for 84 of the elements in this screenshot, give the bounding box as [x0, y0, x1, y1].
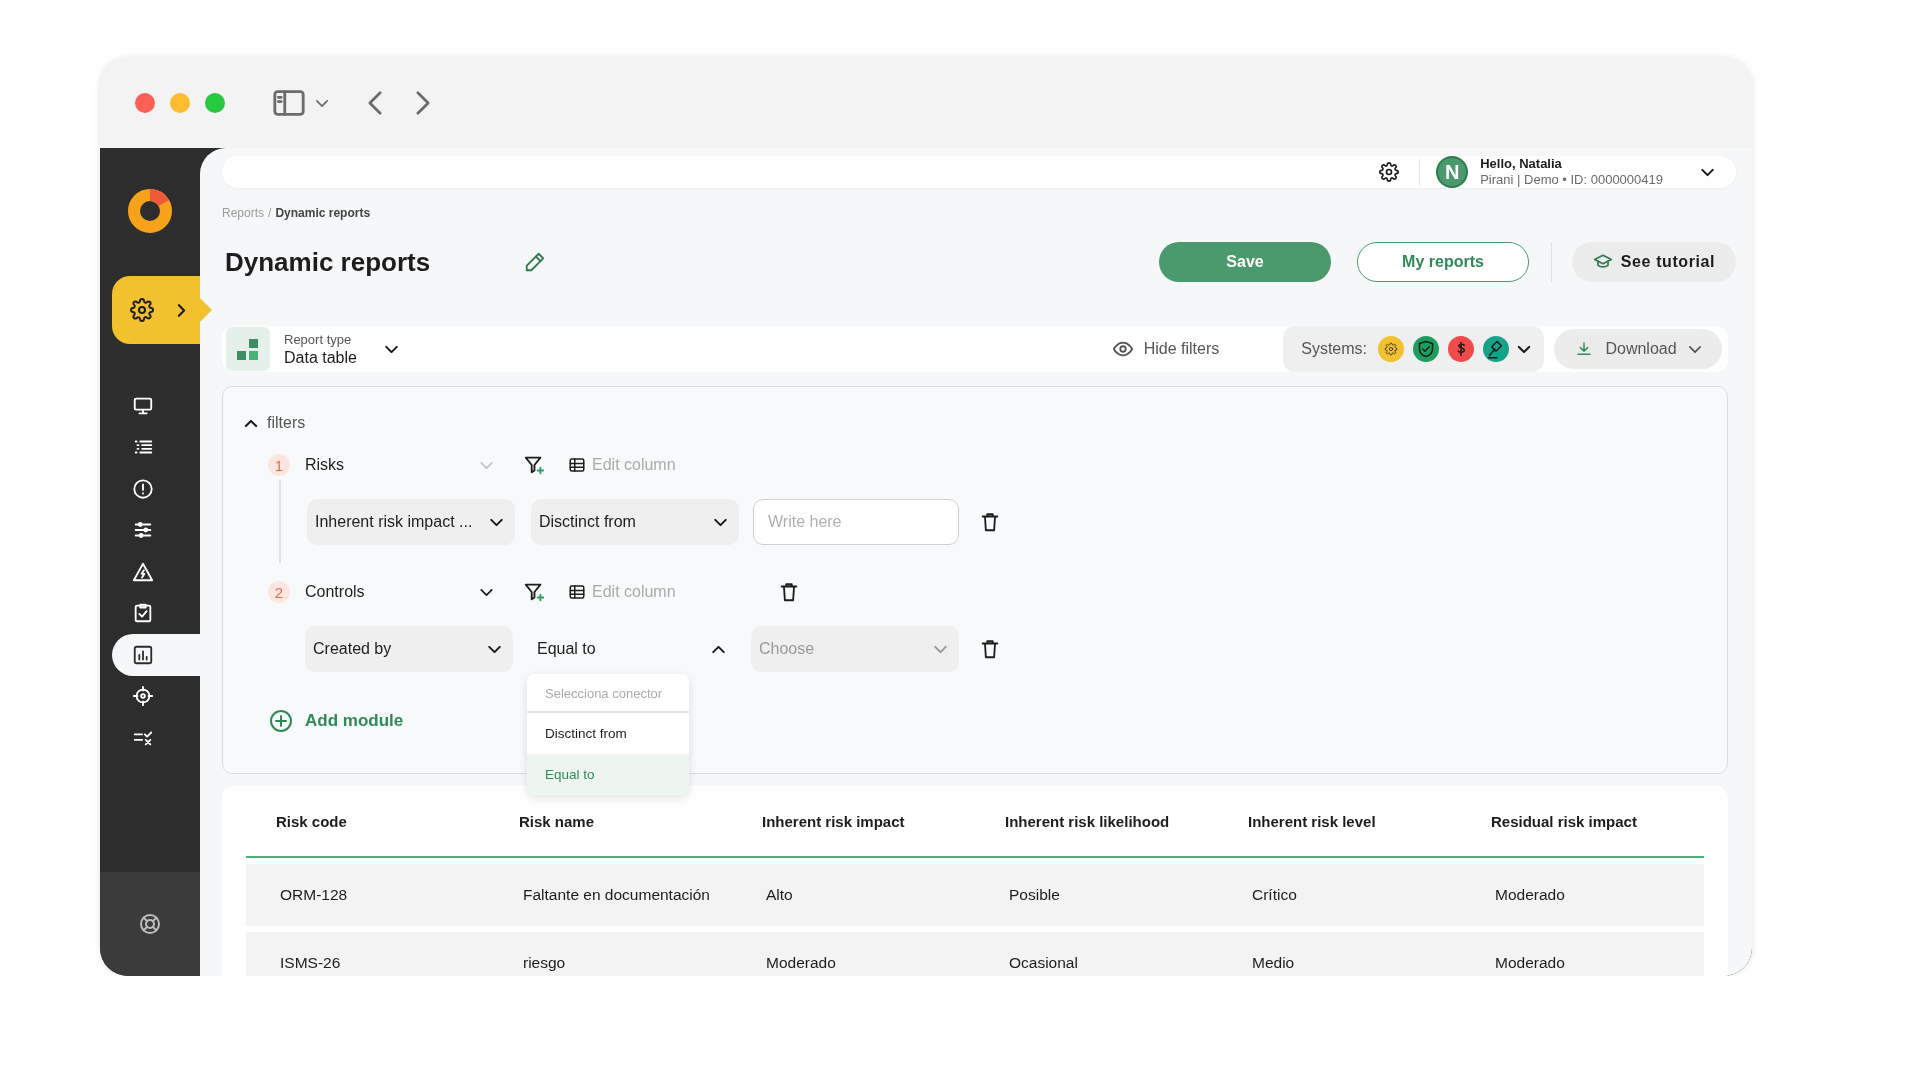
- download-icon: [1575, 340, 1594, 358]
- add-module-button[interactable]: Add module: [269, 709, 404, 733]
- menu-option[interactable]: Equal to: [527, 754, 689, 795]
- table-cell-text: ORM-128: [279, 886, 349, 904]
- step-number: 1: [268, 454, 290, 476]
- tutorial-button[interactable]: See tutorial: [1572, 242, 1736, 282]
- shield-badge-icon: [1413, 336, 1439, 362]
- back-icon[interactable]: [368, 91, 382, 115]
- table-cell-text: Faltante en documentación: [522, 886, 711, 904]
- systems-selector[interactable]: Systems:: [1283, 326, 1544, 372]
- forward-icon[interactable]: [416, 91, 430, 115]
- column-header: Inherent risk impact: [761, 812, 906, 830]
- table-cell-text: Posible: [1008, 886, 1061, 904]
- table-cell-text: Moderado: [1494, 954, 1566, 972]
- breadcrumb-item: Dynamic reports: [275, 206, 371, 220]
- chevron-up-icon: [712, 645, 725, 653]
- dollar-badge-icon: [1448, 336, 1474, 362]
- bar-chart-icon: [132, 643, 154, 666]
- table-cell-text: Moderado: [765, 954, 837, 972]
- trash-icon[interactable]: [979, 638, 1001, 660]
- avatar: N: [1436, 156, 1469, 188]
- breadcrumb-separator: /: [268, 206, 272, 220]
- step-number: 2: [268, 581, 290, 603]
- column-header: Residual risk impact: [1490, 812, 1638, 830]
- table-cell-text: riesgo: [522, 954, 567, 972]
- page-title: Dynamic reports: [225, 246, 431, 278]
- sidebar-item[interactable]: [112, 634, 200, 676]
- chevron-down-icon[interactable]: [384, 345, 398, 353]
- filters-toggle[interactable]: filters: [245, 410, 306, 436]
- table-icon: [568, 583, 586, 601]
- chevron-down-icon: [1688, 345, 1701, 353]
- table-cell-text: Alto: [765, 886, 794, 904]
- warning-icon: [132, 560, 154, 583]
- chevron-down-icon: [714, 518, 727, 526]
- operator-select[interactable]: Equal to: [529, 626, 737, 672]
- report-type-value: Data table: [284, 349, 357, 367]
- plus-circle-icon: [269, 709, 293, 733]
- chevron-down-icon: [490, 518, 503, 526]
- trash-icon[interactable]: [979, 511, 1001, 533]
- table-icon: [568, 456, 586, 474]
- table-cell-text: Crítico: [1251, 886, 1298, 904]
- greeting: Hello, Natalia: [1480, 156, 1563, 172]
- pencil-icon[interactable]: [524, 251, 547, 273]
- my-reports-button[interactable]: My reports: [1357, 242, 1529, 282]
- lifebuoy-icon[interactable]: [138, 912, 162, 936]
- column-header: Inherent risk likelihood: [1004, 812, 1171, 830]
- logo-icon: [127, 188, 173, 234]
- field-select[interactable]: Created by: [305, 626, 513, 672]
- table-row[interactable]: ORM-128 Faltante en documentación Alto Posible Crítico Moderado: [246, 864, 1704, 926]
- hide-filters-button[interactable]: Hide filters: [1111, 338, 1220, 360]
- systems-label: Systems:: [1301, 340, 1367, 358]
- chevron-up-icon: [245, 419, 257, 427]
- chevron-down-icon: [934, 645, 947, 653]
- close-window-button[interactable]: [135, 93, 155, 113]
- download-button[interactable]: Download: [1554, 329, 1722, 369]
- chevron-down-icon[interactable]: [1701, 168, 1714, 176]
- add-filter-icon[interactable]: [523, 454, 545, 476]
- chevron-down-icon: [480, 588, 493, 596]
- gear-badge-icon: [1378, 336, 1404, 362]
- table-cell-text: Ocasional: [1008, 954, 1079, 972]
- module-select[interactable]: Controls: [305, 583, 497, 601]
- report-type-label: Report type: [284, 331, 353, 349]
- column-header: Risk name: [518, 812, 596, 830]
- menu-header: Selecciona conector: [527, 674, 689, 713]
- column-header: Inherent risk level: [1247, 812, 1377, 830]
- trash-icon[interactable]: [778, 581, 800, 603]
- add-filter-icon[interactable]: [523, 581, 545, 603]
- menu-option[interactable]: Disctinct from: [527, 713, 689, 754]
- chevron-down-icon: [480, 461, 493, 469]
- alert-icon: [132, 477, 154, 500]
- chevron-down-icon: [488, 645, 501, 653]
- clipboard-check-icon: [132, 602, 154, 625]
- gavel-badge-icon: [1483, 336, 1509, 362]
- chevron-down-icon: [1518, 345, 1530, 353]
- table-row[interactable]: ISMS-26 riesgo Moderado Ocasional Medio Moderado: [246, 932, 1704, 976]
- table-cell-text: Medio: [1251, 954, 1296, 972]
- crosshair-icon: [132, 685, 154, 708]
- settings-icon[interactable]: [1379, 162, 1400, 182]
- account-info: Pirani | Demo • ID: 0000000419: [1480, 172, 1663, 188]
- chevron-right-icon: [178, 303, 185, 317]
- table-cell-text: ISMS-26: [279, 954, 342, 972]
- table-blocks-icon: [226, 327, 270, 371]
- column-header: Risk code: [275, 812, 348, 830]
- table-cell-text: Moderado: [1494, 886, 1566, 904]
